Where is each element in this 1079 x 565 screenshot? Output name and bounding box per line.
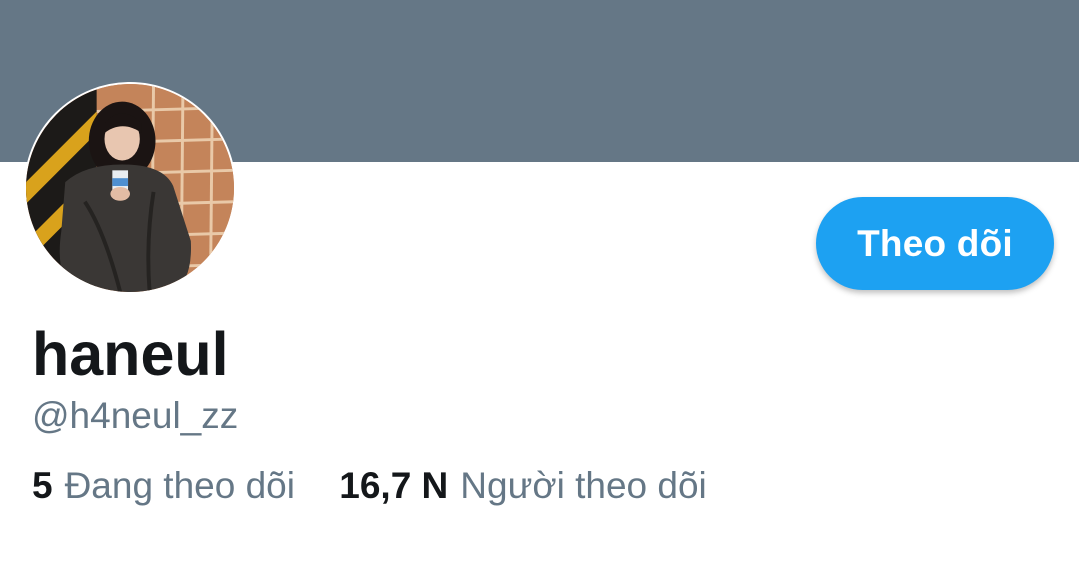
following-label: Đang theo dõi [64,465,295,506]
profile-header: Theo dõi haneul @h4neul_zz 5 Đang theo dõ… [0,0,1079,565]
avatar[interactable] [24,82,236,294]
avatar-photo [26,84,234,292]
follow-button[interactable]: Theo dõi [816,197,1054,290]
following-stat[interactable]: 5 Đang theo dõi [32,462,295,510]
followers-stat[interactable]: 16,7 N Người theo dõi [339,462,707,510]
following-count: 5 [32,465,53,506]
follow-stats: 5 Đang theo dõi 16,7 N Người theo dõi [32,462,707,510]
followers-count: 16,7 N [339,465,449,506]
display-name: haneul [32,320,229,388]
followers-label: Người theo dõi [460,465,707,506]
username-handle: @h4neul_zz [32,395,239,436]
